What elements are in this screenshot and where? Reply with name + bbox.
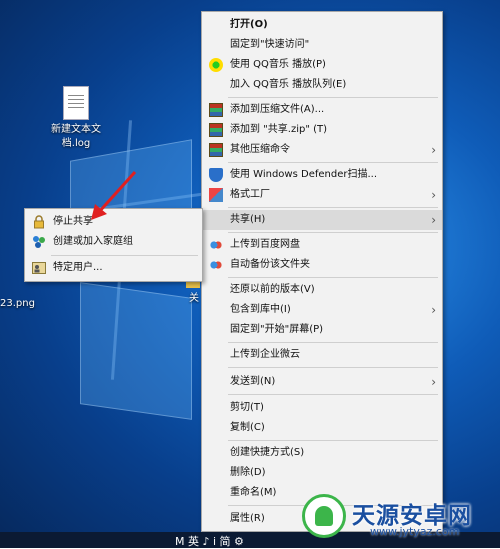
watermark: 天源安卓网 www.jytyaz.com (300, 490, 496, 546)
chevron-right-icon: › (431, 213, 436, 227)
menu-open[interactable]: 打开(O) (202, 15, 442, 35)
android-logo-icon (302, 494, 346, 538)
lock-icon (32, 215, 46, 229)
homegroup-icon (32, 235, 46, 249)
baidu-netdisk-icon (209, 238, 223, 252)
menu-delete[interactable]: 删除(D) (202, 463, 442, 483)
menu-separator (228, 232, 438, 233)
winrar-icon (209, 143, 223, 157)
qqmusic-icon (209, 58, 223, 72)
menu-separator (228, 394, 438, 395)
taskbar-tray[interactable]: M 英 ♪ ⅰ 简 ⚙ (175, 533, 244, 549)
menu-separator (228, 207, 438, 208)
menu-copy[interactable]: 复制(C) (202, 418, 442, 438)
submenu-specific-users[interactable]: 特定用户... (25, 258, 202, 278)
winrar-icon (209, 123, 223, 137)
text-file-icon (63, 86, 89, 120)
menu-other-compress[interactable]: 其他压缩命令 › (202, 140, 442, 160)
chevron-right-icon: › (431, 143, 436, 157)
menu-send-to[interactable]: 发送到(N) › (202, 372, 442, 392)
desktop-icon-png[interactable]: 23.png (0, 297, 40, 311)
menu-separator (228, 162, 438, 163)
menu-cut[interactable]: 剪切(T) (202, 398, 442, 418)
menu-separator (228, 440, 438, 441)
menu-qqmusic-play[interactable]: 使用 QQ音乐 播放(P) (202, 55, 442, 75)
menu-share[interactable]: 共享(H) › (202, 210, 442, 230)
window-pane (80, 282, 192, 420)
winrar-icon (209, 103, 223, 117)
menu-separator (228, 367, 438, 368)
format-factory-icon (209, 188, 223, 202)
menu-defender-scan[interactable]: 使用 Windows Defender扫描... (202, 165, 442, 185)
chevron-right-icon: › (431, 303, 436, 317)
defender-shield-icon (209, 168, 223, 182)
context-menu: 打开(O) 固定到"快速访问" 使用 QQ音乐 播放(P) 加入 QQ音乐 播放… (201, 11, 443, 532)
menu-add-zip[interactable]: 添加到 "共享.zip" (T) (202, 120, 442, 140)
menu-restore-versions[interactable]: 还原以前的版本(V) (202, 280, 442, 300)
menu-add-archive[interactable]: 添加到压缩文件(A)... (202, 100, 442, 120)
annotation-arrow-icon (91, 170, 137, 220)
menu-format-factory[interactable]: 格式工厂 › (202, 185, 442, 205)
watermark-url: www.jytyaz.com (370, 525, 460, 538)
menu-pin-start[interactable]: 固定到"开始"屏幕(P) (202, 320, 442, 340)
menu-pin-quick-access[interactable]: 固定到"快速访问" (202, 35, 442, 55)
chevron-right-icon: › (431, 375, 436, 389)
menu-separator (228, 342, 438, 343)
menu-separator (51, 255, 198, 256)
submenu-homegroup[interactable]: 创建或加入家庭组 (25, 232, 202, 252)
menu-auto-backup[interactable]: 自动备份该文件夹 (202, 255, 442, 275)
menu-create-shortcut[interactable]: 创建快捷方式(S) (202, 443, 442, 463)
menu-upload-weiyun[interactable]: 上传到企业微云 (202, 345, 442, 365)
users-icon (32, 261, 46, 275)
baidu-netdisk-icon (209, 258, 223, 272)
menu-include-library[interactable]: 包含到库中(I) › (202, 300, 442, 320)
menu-qqmusic-queue[interactable]: 加入 QQ音乐 播放队列(E) (202, 75, 442, 95)
menu-separator (228, 277, 438, 278)
menu-upload-baidu[interactable]: 上传到百度网盘 (202, 235, 442, 255)
chevron-right-icon: › (431, 188, 436, 202)
desktop-icon-text-file[interactable]: 新建文本文 档.log (44, 86, 108, 151)
menu-separator (228, 97, 438, 98)
